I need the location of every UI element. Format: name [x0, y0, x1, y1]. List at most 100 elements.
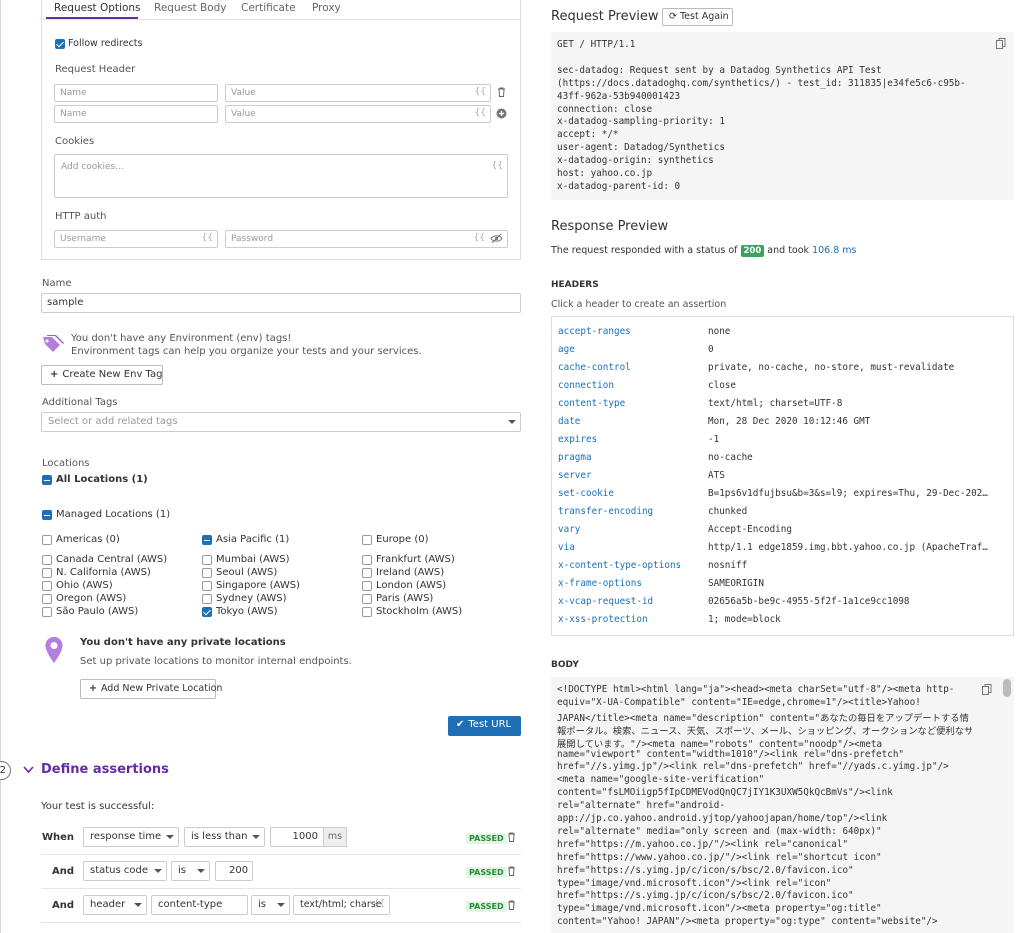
template-variable-icon[interactable]: {{ [475, 87, 486, 97]
header-value[interactable]: no-cache [708, 452, 753, 463]
header-value[interactable]: 0 [708, 344, 714, 355]
assertion-value-input[interactable]: 200 [215, 861, 253, 881]
header-value[interactable]: text/html; charset=UTF-8 [708, 398, 842, 409]
region-checkbox[interactable] [362, 535, 372, 545]
assertion-value-input[interactable]: 1000 [270, 827, 324, 847]
header-name-input-1[interactable]: Name [54, 84, 218, 102]
header-value[interactable]: nosniff [708, 560, 747, 571]
header-key[interactable]: x-frame-options [558, 578, 642, 589]
assertion-type-select[interactable]: header [83, 895, 147, 915]
region-checkbox[interactable] [42, 535, 52, 545]
header-value[interactable]: 02656a5b-be9c-4955-5f2f-1a1ce9cc1098 [708, 596, 910, 607]
location-checkbox[interactable] [42, 555, 52, 565]
assertion-type-select[interactable]: status code [83, 861, 167, 881]
header-key[interactable]: age [558, 344, 575, 355]
location-checkbox[interactable] [202, 607, 212, 617]
location-checkbox[interactable] [362, 607, 372, 617]
cookies-textarea[interactable]: Add cookies... {{ [54, 154, 508, 198]
header-key[interactable]: transfer-encoding [558, 506, 653, 517]
header-value[interactable]: close [708, 380, 736, 391]
header-key[interactable]: content-type [558, 398, 625, 409]
tab-proxy[interactable]: Proxy [312, 2, 341, 14]
header-value-input-1[interactable]: Value {{ [225, 84, 491, 102]
region-checkbox[interactable] [202, 535, 212, 545]
location-checkbox[interactable] [362, 555, 372, 565]
name-label: Name [42, 278, 72, 289]
header-value[interactable]: chunked [708, 506, 747, 517]
header-key[interactable]: date [558, 416, 580, 427]
header-key[interactable]: set-cookie [558, 488, 614, 499]
location-checkbox[interactable] [202, 594, 212, 604]
test-again-button[interactable]: ⟳ Test Again [662, 8, 733, 26]
template-variable-icon[interactable]: {{ [474, 233, 485, 243]
location-checkbox[interactable] [42, 581, 52, 591]
header-key[interactable]: x-content-type-options [558, 560, 681, 571]
header-key[interactable]: accept-ranges [558, 326, 631, 337]
trash-icon[interactable] [507, 900, 516, 910]
location-checkbox[interactable] [202, 555, 212, 565]
username-input[interactable]: Username {{ [54, 230, 218, 248]
trash-icon[interactable] [507, 832, 516, 842]
template-variable-icon[interactable]: {{ [374, 899, 385, 909]
location-checkbox[interactable] [362, 568, 372, 578]
header-key[interactable]: server [558, 470, 592, 481]
define-assertions-title[interactable]: Define assertions [41, 762, 169, 777]
location-checkbox[interactable] [42, 568, 52, 578]
tab-certificate[interactable]: Certificate [241, 2, 296, 14]
location-checkbox[interactable] [362, 581, 372, 591]
header-key[interactable]: via [558, 542, 575, 553]
header-value-input-2[interactable]: Value {{ [225, 105, 491, 123]
location-checkbox[interactable] [42, 607, 52, 617]
assertion-value-input[interactable]: text/html; charse{{ [293, 895, 390, 915]
assertion-operator-select[interactable]: is [251, 895, 290, 915]
location-checkbox[interactable] [202, 568, 212, 578]
location-checkbox[interactable] [362, 594, 372, 604]
managed-locations-checkbox[interactable] [42, 510, 52, 520]
assertion-operator-select[interactable]: is less than [184, 827, 265, 847]
header-key[interactable]: connection [558, 380, 614, 391]
header-value[interactable]: http/1.1 edge1859.img.bbt.yahoo.co.jp (A… [708, 542, 988, 553]
copy-icon[interactable] [996, 38, 1006, 49]
template-variable-icon[interactable]: {{ [202, 233, 213, 243]
tab-request-body[interactable]: Request Body [154, 2, 227, 14]
add-private-location-button[interactable]: + Add New Private Location [80, 679, 222, 699]
header-value[interactable]: Mon, 28 Dec 2020 10:12:46 GMT [708, 416, 870, 427]
header-value[interactable]: ATS [708, 470, 725, 481]
header-value[interactable]: Accept-Encoding [708, 524, 792, 535]
trash-icon[interactable] [497, 87, 506, 97]
follow-redirects-checkbox[interactable] [55, 39, 65, 49]
body-scrollbar[interactable] [1003, 679, 1011, 697]
plus-circle-icon[interactable] [496, 108, 507, 119]
template-variable-icon[interactable]: {{ [492, 161, 503, 171]
header-value[interactable]: -1 [708, 434, 719, 445]
header-value[interactable]: B=1ps6v1dfujbsu&b=3&s=l9; expires=Thu, 2… [708, 488, 988, 499]
header-name-input-2[interactable]: Name [54, 105, 218, 123]
header-key[interactable]: x-xss-protection [558, 614, 648, 625]
template-variable-icon[interactable]: {{ [475, 108, 486, 118]
chevron-down-icon[interactable] [23, 766, 34, 774]
header-value[interactable]: private, no-cache, no-store, must-revali… [708, 362, 954, 373]
location-checkbox[interactable] [202, 581, 212, 591]
location-checkbox[interactable] [42, 594, 52, 604]
test-url-button[interactable]: ✔ Test URL [448, 716, 521, 736]
all-locations-checkbox[interactable] [42, 475, 52, 485]
test-name-input[interactable]: sample [41, 293, 521, 313]
assertion-type-select[interactable]: response time [83, 827, 179, 847]
tab-request-options[interactable]: Request Options [54, 2, 141, 14]
header-key[interactable]: pragma [558, 452, 592, 463]
eye-slash-icon[interactable] [490, 233, 503, 244]
assertion-property-input[interactable]: content-type [151, 895, 248, 915]
header-value[interactable]: none [708, 326, 730, 337]
header-key[interactable]: x-vcap-request-id [558, 596, 653, 607]
header-value[interactable]: 1; mode=block [708, 614, 781, 625]
header-key[interactable]: cache-control [558, 362, 631, 373]
header-value[interactable]: SAMEORIGIN [708, 578, 764, 589]
password-input[interactable]: Password {{ [225, 230, 508, 248]
trash-icon[interactable] [507, 866, 516, 876]
create-env-tag-button[interactable]: + Create New Env Tag [41, 365, 163, 385]
header-key[interactable]: expires [558, 434, 597, 445]
assertion-operator-select[interactable]: is [171, 861, 210, 881]
additional-tags-select[interactable]: Select or add related tags [41, 412, 521, 432]
copy-icon[interactable] [982, 684, 992, 695]
header-key[interactable]: vary [558, 524, 580, 535]
